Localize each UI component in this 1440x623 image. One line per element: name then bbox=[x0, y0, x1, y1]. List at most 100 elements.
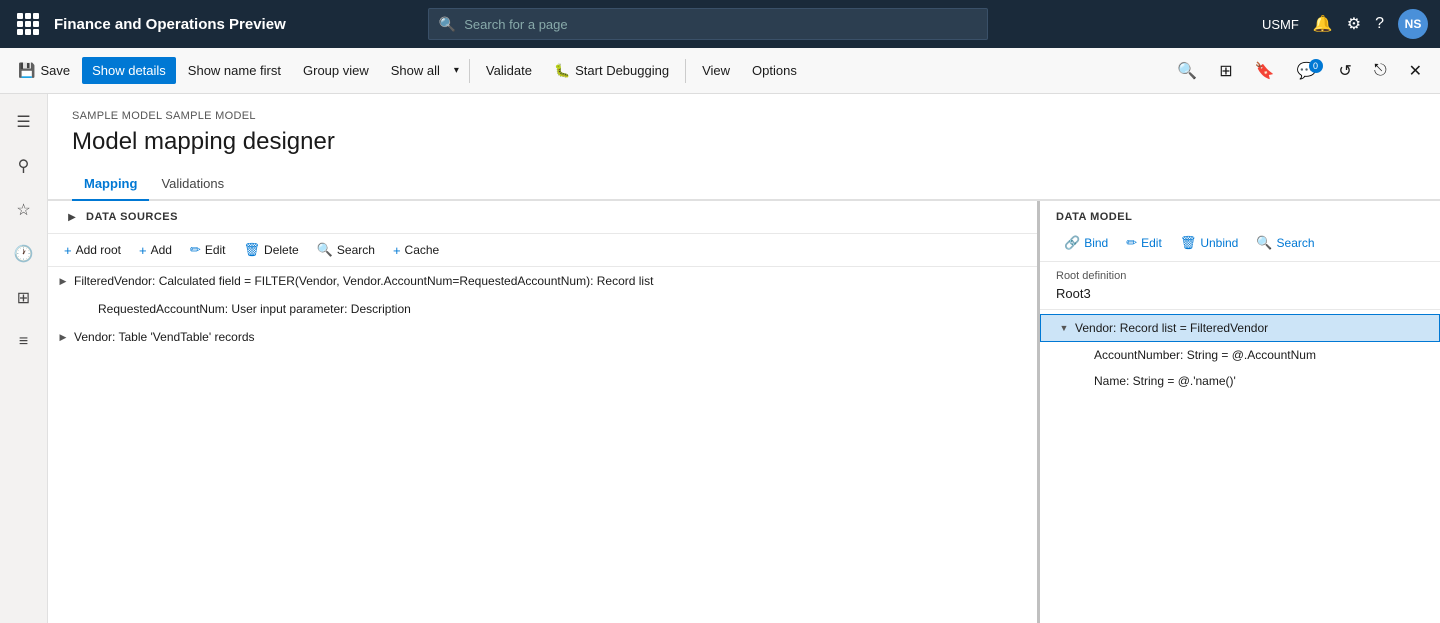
rail-workspace-button[interactable]: ⊞ bbox=[4, 278, 44, 318]
search-datasource-icon: 🔍 bbox=[317, 242, 333, 258]
data-model-content: ▼ Vendor: Record list = FilteredVendor A… bbox=[1040, 310, 1440, 623]
save-icon: 💾 bbox=[18, 62, 35, 79]
edit-datasource-button[interactable]: ✏ Edit bbox=[182, 238, 234, 262]
search-model-icon: 🔍 bbox=[1256, 235, 1272, 251]
bind-icon: 🔗 bbox=[1064, 235, 1080, 251]
cache-icon: + bbox=[393, 243, 401, 258]
region-label[interactable]: USMF bbox=[1262, 17, 1299, 32]
toolbar-close-button[interactable]: ✕ bbox=[1399, 55, 1432, 87]
bind-button[interactable]: 🔗 Bind bbox=[1056, 231, 1116, 255]
connect-icon: ⊞ bbox=[1219, 61, 1232, 81]
show-details-button[interactable]: Show details bbox=[82, 57, 176, 84]
view-button[interactable]: View bbox=[692, 57, 740, 84]
show-all-dropdown-arrow[interactable]: ▾ bbox=[450, 59, 463, 82]
tab-validations[interactable]: Validations bbox=[149, 168, 236, 201]
edit-model-icon: ✏ bbox=[1126, 235, 1137, 251]
notifications-icon[interactable]: 🔔 bbox=[1313, 14, 1333, 34]
data-sources-toolbar: + Add root + Add ✏ Edit 🗑 Delete bbox=[48, 234, 1037, 267]
expand-filtered-vendor[interactable]: ▶ bbox=[56, 274, 70, 288]
dm-tree-item-vendor-record[interactable]: ▼ Vendor: Record list = FilteredVendor bbox=[1040, 314, 1440, 342]
badge: 0 bbox=[1309, 59, 1323, 73]
rail-filter-button[interactable]: ⚲ bbox=[4, 146, 44, 186]
options-button[interactable]: Options bbox=[742, 57, 807, 84]
close-icon: ✕ bbox=[1409, 61, 1422, 81]
search-icon: 🔍 bbox=[439, 16, 456, 33]
dm-tree-item-account-number[interactable]: AccountNumber: String = @.AccountNum bbox=[1040, 342, 1440, 368]
add-button[interactable]: + Add bbox=[131, 239, 180, 262]
main-layout: ☰ ⚲ ☆ 🕐 ⊞ ≡ SAMPLE MODEL SAMPLE MODEL Mo… bbox=[0, 94, 1440, 623]
help-icon[interactable]: ? bbox=[1375, 15, 1384, 33]
data-model-header: DATA MODEL 🔗 Bind ✏ Edit 🗑 Unbind bbox=[1040, 201, 1440, 262]
save-button[interactable]: 💾 Save bbox=[8, 56, 80, 85]
grid-icon bbox=[17, 13, 39, 35]
left-rail: ☰ ⚲ ☆ 🕐 ⊞ ≡ bbox=[0, 94, 48, 623]
breadcrumb: SAMPLE MODEL SAMPLE MODEL bbox=[72, 110, 1416, 122]
tree-item-filtered-vendor[interactable]: ▶ FilteredVendor: Calculated field = FIL… bbox=[48, 267, 1037, 295]
rail-menu-button[interactable]: ☰ bbox=[4, 102, 44, 142]
expand-vendor-table[interactable]: ▶ bbox=[56, 330, 70, 344]
edit-model-button[interactable]: ✏ Edit bbox=[1118, 231, 1170, 255]
add-root-button[interactable]: + Add root bbox=[56, 239, 129, 262]
group-view-button[interactable]: Group view bbox=[293, 57, 379, 84]
toolbar-detach-button[interactable]: ⎋ bbox=[1364, 56, 1397, 86]
start-debugging-button[interactable]: 🐛 Start Debugging bbox=[544, 57, 679, 85]
show-all-group: Show all ▾ bbox=[381, 57, 463, 84]
add-root-icon: + bbox=[64, 243, 72, 258]
data-sources-title: DATA SOURCES bbox=[86, 211, 178, 223]
unbind-button[interactable]: 🗑 Unbind bbox=[1172, 231, 1247, 255]
root-definition-label: Root definition bbox=[1056, 270, 1424, 282]
toolbar-connect-button[interactable]: ⊞ bbox=[1209, 55, 1242, 87]
dm-expand-vendor[interactable]: ▼ bbox=[1057, 321, 1071, 335]
panel-toggle[interactable]: ▶ bbox=[64, 209, 80, 225]
show-all-button[interactable]: Show all bbox=[381, 57, 450, 84]
edit-icon: ✏ bbox=[190, 242, 201, 258]
data-model-toolbar: 🔗 Bind ✏ Edit 🗑 Unbind 🔍 bbox=[1056, 231, 1424, 255]
data-sources-header: ▶ DATA SOURCES bbox=[48, 201, 1037, 234]
rail-recent-button[interactable]: 🕐 bbox=[4, 234, 44, 274]
refresh-icon: ↺ bbox=[1339, 61, 1352, 81]
unbind-icon: 🗑 bbox=[1180, 235, 1197, 251]
toolbar-badge-button[interactable]: 💬 0 bbox=[1287, 55, 1327, 87]
validate-button[interactable]: Validate bbox=[476, 57, 542, 84]
avatar[interactable]: NS bbox=[1398, 9, 1428, 39]
rail-list-button[interactable]: ≡ bbox=[4, 322, 44, 362]
top-nav: Finance and Operations Preview 🔍 USMF 🔔 … bbox=[0, 0, 1440, 48]
toolbar-refresh-button[interactable]: ↺ bbox=[1329, 55, 1362, 87]
toolbar-separator-2 bbox=[685, 59, 686, 83]
data-sources-panel: ▶ DATA SOURCES + Add root + Add ✏ Edit bbox=[48, 201, 1040, 623]
app-title: Finance and Operations Preview bbox=[54, 16, 286, 33]
data-sources-content: ▶ FilteredVendor: Calculated field = FIL… bbox=[48, 267, 1037, 623]
data-model-panel: DATA MODEL 🔗 Bind ✏ Edit 🗑 Unbind bbox=[1040, 201, 1440, 623]
top-nav-right: USMF 🔔 ⚙ ? NS bbox=[1262, 9, 1428, 39]
add-icon: + bbox=[139, 243, 147, 258]
rail-favorites-button[interactable]: ☆ bbox=[4, 190, 44, 230]
cache-button[interactable]: + Cache bbox=[385, 239, 447, 262]
root-definition-value: Root3 bbox=[1056, 286, 1424, 301]
dm-tree-item-name[interactable]: Name: String = @.'name()' bbox=[1040, 368, 1440, 394]
page-title: Model mapping designer bbox=[72, 128, 1416, 156]
debug-icon: 🐛 bbox=[554, 63, 570, 79]
toolbar-search-icon: 🔍 bbox=[1177, 61, 1197, 81]
tree-item-vendor-table[interactable]: ▶ Vendor: Table 'VendTable' records bbox=[48, 323, 1037, 351]
detach-icon: ⎋ bbox=[1374, 62, 1387, 80]
settings-icon[interactable]: ⚙ bbox=[1347, 14, 1361, 34]
data-model-title: DATA MODEL bbox=[1056, 211, 1424, 223]
search-model-button[interactable]: 🔍 Search bbox=[1248, 231, 1322, 255]
global-search-input[interactable] bbox=[464, 17, 977, 32]
toolbar-bookmark-button[interactable]: 🔖 bbox=[1245, 55, 1285, 87]
toolbar-search-button[interactable]: 🔍 bbox=[1167, 55, 1207, 87]
show-name-first-button[interactable]: Show name first bbox=[178, 57, 291, 84]
tabs-bar: Mapping Validations bbox=[48, 168, 1440, 201]
tab-mapping[interactable]: Mapping bbox=[72, 168, 149, 201]
delete-button[interactable]: 🗑 Delete bbox=[236, 238, 307, 262]
tree-item-requested-account[interactable]: RequestedAccountNum: User input paramete… bbox=[48, 295, 1037, 323]
global-search-box[interactable]: 🔍 bbox=[428, 8, 988, 40]
app-grid-button[interactable] bbox=[12, 8, 44, 40]
bookmark-icon: 🔖 bbox=[1255, 61, 1275, 81]
delete-icon: 🗑 bbox=[244, 242, 261, 258]
page-header: SAMPLE MODEL SAMPLE MODEL Model mapping … bbox=[48, 94, 1440, 168]
toolbar-separator-1 bbox=[469, 59, 470, 83]
content-area: SAMPLE MODEL SAMPLE MODEL Model mapping … bbox=[48, 94, 1440, 623]
toolbar: 💾 Save Show details Show name first Grou… bbox=[0, 48, 1440, 94]
search-datasource-button[interactable]: 🔍 Search bbox=[309, 238, 383, 262]
